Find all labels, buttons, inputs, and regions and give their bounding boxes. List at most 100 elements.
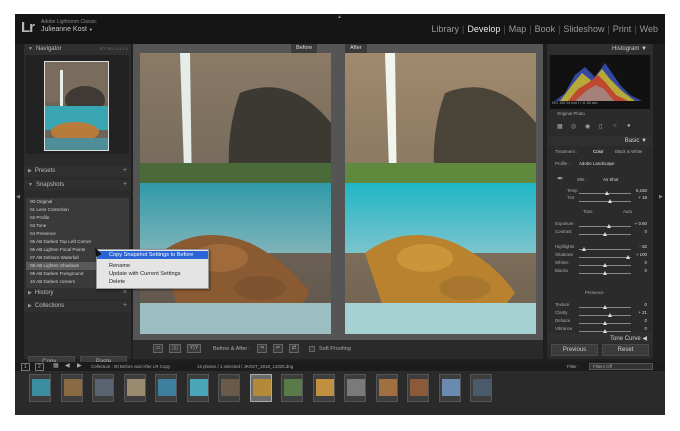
filmstrip-thumbnail-selected[interactable] [249,374,272,402]
slider-value[interactable]: 0 [645,260,647,265]
copy-before-to-after-icon[interactable]: ⇒ [257,344,267,353]
slider-value[interactable]: 0 [645,268,647,273]
loupe-view-icon[interactable]: ▭ [153,344,163,353]
second-window-button[interactable]: 2 [35,363,44,371]
slider-knob[interactable] [603,232,607,236]
filmstrip-thumbnail[interactable] [123,374,146,402]
temp-slider[interactable] [579,191,631,195]
snapshot-item[interactable]: 00 Original [26,198,129,206]
slider-value[interactable]: + 0.60 [635,221,647,226]
adjustment-slider[interactable] [579,321,631,325]
snapshot-item[interactable]: 04 Presence [26,230,129,238]
auto-tone-button[interactable]: Auto [623,209,632,214]
filmstrip-thumbnail[interactable] [60,374,83,402]
before-after-view-icon[interactable]: ▯▯ [169,344,181,353]
presets-header[interactable]: ▶ Presets + [24,166,131,177]
adjustment-slider[interactable] [579,255,631,259]
adjustment-slider[interactable] [579,224,631,228]
slider-knob[interactable] [582,247,587,251]
filter-dropdown[interactable]: Filters Off [589,363,653,370]
module-web[interactable]: Web [637,24,661,34]
graduated-filter-icon[interactable]: ▯ [599,123,602,130]
slider-value[interactable]: + 100 [636,252,647,257]
soft-proofing-checkbox[interactable] [309,346,315,352]
menu-item-rename[interactable]: Rename [97,262,208,270]
adjustment-slider[interactable] [579,329,631,333]
slider-value[interactable]: 0 [645,302,647,307]
clear-history-icon[interactable]: × [123,289,127,296]
slider-value[interactable]: + 21 [638,310,647,315]
tint-slider[interactable] [579,199,631,203]
collections-header[interactable]: ▶ Collections + [24,301,131,312]
adjustment-slider[interactable] [579,247,631,251]
slider-knob[interactable] [607,224,612,228]
histogram[interactable]: ISO 100 24 mm f / 11 60 sec [550,55,650,109]
navigator-thumbnail[interactable] [44,61,109,151]
slider-knob[interactable] [603,263,607,267]
white-balance-eyedropper-icon[interactable]: ✒ [557,174,564,183]
slider-knob[interactable] [603,305,607,309]
snapshot-item[interactable]: 05 AB Darken Top Left Corner [26,238,129,246]
collapse-left-panel-icon[interactable]: ◀ [16,194,20,200]
snapshot-item[interactable]: 01 Lens Correction [26,206,129,214]
module-print[interactable]: Print [610,24,635,34]
grid-view-icon[interactable]: ▦ [53,362,59,369]
add-collection-icon[interactable]: + [123,302,127,309]
slider-knob[interactable] [605,191,609,195]
spot-removal-icon[interactable]: ◎ [571,123,576,130]
main-window-button[interactable]: 1 [21,363,30,371]
slider-value[interactable]: 0 [645,318,647,323]
navigator-zoom-options[interactable]: FIT FILL 1:1 1:1 [100,46,128,51]
collapse-top-panel-icon[interactable]: ▲ [337,14,342,20]
back-arrow-icon[interactable]: ◀ [65,362,70,369]
wb-dropdown[interactable]: As Shot [603,177,618,182]
module-library[interactable]: Library [428,24,462,34]
slider-knob[interactable] [603,271,607,275]
filmstrip-thumbnail[interactable] [186,374,209,402]
navigator-header[interactable]: ▼ Navigator FIT FILL 1:1 1:1 [24,44,131,55]
collection-source[interactable]: Collection : 00 Before and After LR Copy [91,364,170,369]
filmstrip-thumbnail[interactable] [218,374,240,402]
filmstrip-thumbnail[interactable] [375,374,398,402]
adjustment-slider[interactable] [579,263,631,267]
slider-value[interactable]: - 82 [639,244,647,249]
adjustment-slider[interactable] [579,305,631,309]
add-preset-icon[interactable]: + [123,167,127,174]
history-header[interactable]: ▶ History × [24,288,131,299]
filmstrip-thumbnail[interactable] [155,374,177,402]
temp-value[interactable]: 5,150 [636,188,647,193]
filmstrip-thumbnail[interactable] [29,374,51,402]
module-map[interactable]: Map [506,24,530,34]
navigator-preview[interactable] [26,55,129,154]
filmstrip-thumbnail[interactable] [312,374,335,402]
filmstrip-thumbnail[interactable] [344,374,366,402]
adjustment-slider[interactable] [579,271,631,275]
filmstrip-thumbnail[interactable] [438,374,461,402]
basic-header[interactable]: Basic ▼ [547,136,653,146]
menu-item-copy-snapshot-to-before[interactable]: Copy Snapshot Settings to Before [97,251,208,259]
tone-curve-header[interactable]: Tone Curve ◀ [547,333,653,343]
treatment-color[interactable]: Color [593,149,604,154]
copy-after-to-before-icon[interactable]: ⇐ [273,344,283,353]
snapshots-header[interactable]: ▼ Snapshots + [24,180,131,191]
user-name[interactable]: Julieanne Kost ▼ [41,26,93,33]
slider-knob[interactable] [608,199,612,203]
crop-tool-icon[interactable]: ▦ [557,123,563,130]
module-develop[interactable]: Develop [464,24,503,34]
filmstrip-thumbnail[interactable] [407,374,429,402]
red-eye-icon[interactable]: ◉ [585,123,590,130]
filmstrip-thumbnail[interactable] [92,374,114,402]
yy-split-button[interactable]: Y|Y [187,344,201,353]
after-photo[interactable] [345,53,536,334]
radial-filter-icon[interactable]: ○ [613,123,617,129]
slider-knob[interactable] [603,321,607,325]
reset-button[interactable]: Reset [602,344,649,356]
histogram-header[interactable]: Histogram ▼ [547,44,653,54]
profile-dropdown[interactable]: Adobe Landscape [579,161,614,166]
adjustment-brush-icon[interactable]: ● [627,123,631,129]
swap-before-after-icon[interactable]: ⇄ [289,344,299,353]
filmstrip-thumbnail[interactable] [281,374,303,402]
collapse-right-panel-icon[interactable]: ▶ [659,194,663,200]
module-slideshow[interactable]: Slideshow [560,24,607,34]
filmstrip-thumbnail[interactable] [470,374,492,402]
